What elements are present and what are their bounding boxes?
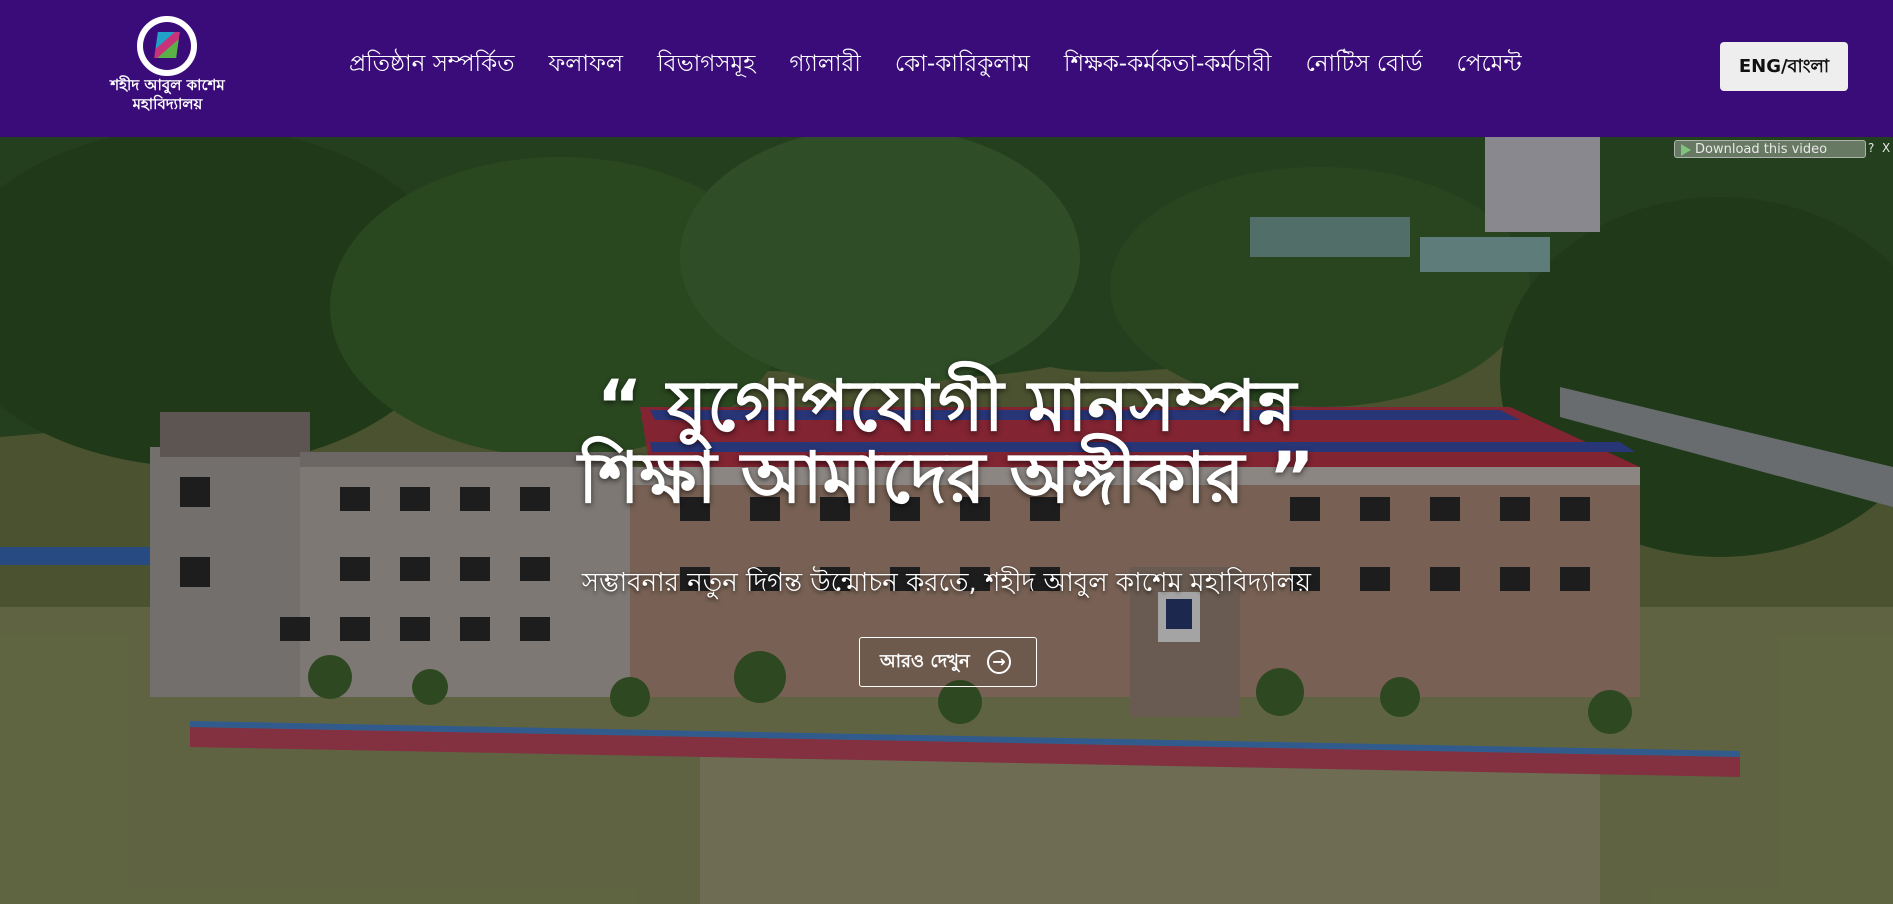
- nav-item-gallery[interactable]: গ্যালারী: [772, 46, 877, 82]
- hero-subtitle: সম্ভাবনার নতুন দিগন্ত উন্মোচন করতে, শহীদ…: [581, 568, 1312, 598]
- college-name-line1: শহীদ আবুল কাশেম: [110, 76, 225, 94]
- site-header: শহীদ আবুল কাশেম মহাবিদ্যালয় প্রতিষ্ঠান …: [0, 0, 1893, 137]
- download-video-label: Download this video: [1695, 142, 1828, 157]
- nav-item-payment[interactable]: পেমেন্ট: [1440, 46, 1539, 82]
- video-download-toolbar: Download this video ? X: [1672, 137, 1893, 161]
- college-emblem-icon: [137, 16, 197, 76]
- hero-headline: “ যুগোপযোগী মানসম্পন্ন শিক্ষা আমাদের অঙ্…: [0, 370, 1893, 514]
- main-nav: প্রতিষ্ঠান সম্পর্কিত ফলাফল বিভাগসমূহ গ্য…: [332, 46, 1539, 82]
- nav-item-departments[interactable]: বিভাগসমূহ: [640, 46, 772, 82]
- college-name-line2: মহাবিদ্যালয়: [132, 95, 203, 113]
- help-icon[interactable]: ?: [1868, 141, 1874, 155]
- download-video-button[interactable]: Download this video: [1674, 140, 1866, 158]
- nav-item-about[interactable]: প্রতিষ্ঠান সম্পর্কিত: [332, 46, 531, 82]
- see-more-label: আরও দেখুন: [880, 651, 970, 672]
- hero-overlay: [0, 137, 1893, 904]
- college-logo[interactable]: শহীদ আবুল কাশেম মহাবিদ্যালয়: [95, 16, 240, 121]
- hero-section: Download this video ? X “ যুগোপযোগী মানস…: [0, 137, 1893, 904]
- play-icon: [1681, 144, 1691, 156]
- nav-item-staff[interactable]: শিক্ষক-কর্মকতা-কর্মচারী: [1047, 46, 1289, 82]
- nav-item-results[interactable]: ফলাফল: [531, 46, 640, 82]
- language-toggle-button[interactable]: ENG/বাংলা: [1720, 42, 1848, 91]
- hero-headline-line2: শিক্ষা আমাদের অঙ্গীকার ”: [578, 437, 1315, 519]
- college-name: শহীদ আবুল কাশেম মহাবিদ্যালয়: [95, 76, 240, 114]
- nav-item-notice-board[interactable]: নোটিস বোর্ড: [1288, 46, 1439, 82]
- close-icon[interactable]: X: [1882, 141, 1890, 155]
- nav-item-co-curriculum[interactable]: কো-কারিকুলাম: [878, 46, 1047, 82]
- see-more-button[interactable]: আরও দেখুন →: [859, 637, 1037, 687]
- arrow-right-circle-icon: →: [987, 650, 1011, 674]
- hero-headline-line1: “ যুগোপযোগী মানসম্পন্ন: [596, 365, 1297, 447]
